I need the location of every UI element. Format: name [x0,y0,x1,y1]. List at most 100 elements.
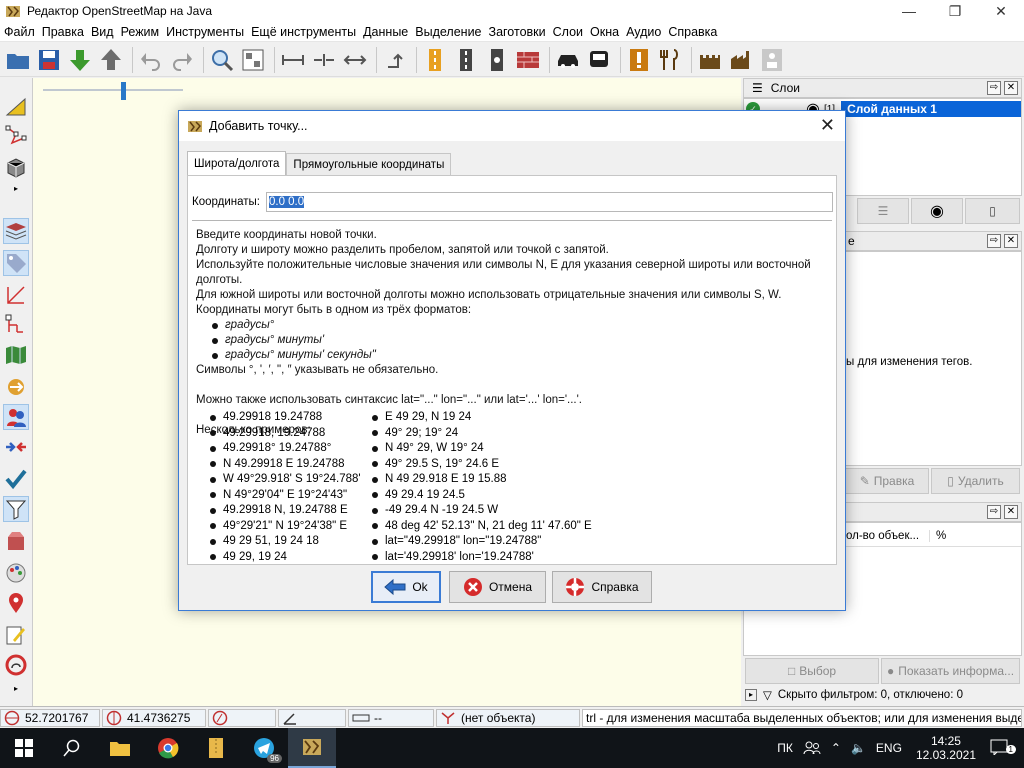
close-window-button[interactable]: ✕ [978,0,1024,22]
help-button[interactable]: Справка [552,571,652,603]
more-modes-arrow[interactable]: ▸ [3,182,29,194]
filter-button[interactable] [3,496,29,522]
start-button[interactable] [0,728,48,768]
users-button[interactable] [3,404,29,430]
merge-button[interactable] [3,434,29,460]
preferences-button[interactable] [239,46,267,74]
menu-file[interactable]: Файл [4,25,35,39]
tags-toggle-button[interactable] [3,250,29,276]
preset-bus-button[interactable] [585,46,613,74]
minimize-button[interactable]: — [886,0,932,22]
close-panel-icon[interactable]: ✕ [1004,81,1018,95]
conflict-button[interactable] [3,374,29,400]
menu-view[interactable]: Вид [91,25,114,39]
reverse-way-button[interactable] [341,46,369,74]
preset-disabled-button[interactable] [758,46,786,74]
zoom-mode-button[interactable] [3,154,29,180]
telegram-button[interactable]: 96 [240,728,288,768]
preset-car-button[interactable] [554,46,582,74]
tag-edit-button[interactable]: ✎ Правка [845,468,929,494]
menu-edit[interactable]: Правка [42,25,84,39]
volume-icon[interactable]: 🔈 [851,741,866,755]
notifications-button[interactable]: 1 [990,739,1016,758]
dock-icon[interactable]: ⇨ [987,505,1001,519]
dialog-close-button[interactable]: ✕ [820,115,835,136]
preset-road-button[interactable] [421,46,449,74]
location-button[interactable] [3,590,29,616]
expand-arrow-icon[interactable]: ▸ [745,689,757,701]
preset-path-button[interactable] [483,46,511,74]
menu-tools[interactable]: Инструменты [166,25,244,39]
layers-toggle-button[interactable] [3,218,29,244]
combine-way-button[interactable] [310,46,338,74]
notes-button[interactable] [3,622,29,648]
layer-visibility-button[interactable]: ◉ [911,198,963,224]
more-panels-arrow[interactable]: ▸ [3,682,29,694]
validate-button[interactable] [3,466,29,492]
layer-merge-button[interactable]: ☰ [857,198,909,224]
menu-data[interactable]: Данные [363,25,408,39]
bullet-icon [212,352,218,359]
archive-button[interactable] [192,728,240,768]
clock[interactable]: 14:25 12.03.2021 [916,734,976,762]
menu-mode[interactable]: Режим [121,25,160,39]
preset-castle-button[interactable] [696,46,724,74]
people-icon[interactable] [803,741,821,755]
menu-windows[interactable]: Окна [590,25,619,39]
tab-latlon[interactable]: Широта/долгота [187,151,287,175]
col-percent-header[interactable]: % [936,530,946,542]
layer-name[interactable]: Слой данных 1 [841,101,1021,117]
menu-selection[interactable]: Выделение [415,25,481,39]
chevron-up-icon[interactable]: ⌃ [831,741,841,755]
move-node-button[interactable] [381,46,409,74]
file-explorer-button[interactable] [96,728,144,768]
menu-audio[interactable]: Аудио [626,25,661,39]
layer-delete-button[interactable]: ▯ [965,198,1020,224]
eye-button-icon: ◉ [930,203,944,220]
upload-button[interactable] [97,46,125,74]
select-mode-button[interactable] [3,94,29,120]
keyboard-lang[interactable]: ENG [876,741,902,755]
col-count-header[interactable]: ол-во объек... [846,529,930,542]
input-lang-short[interactable]: ПК [777,741,793,755]
cancel-button[interactable]: Отмена [449,571,546,603]
undo-button[interactable] [137,46,165,74]
redo-button[interactable] [168,46,196,74]
relation-button[interactable] [3,282,29,308]
menu-presets[interactable]: Заготовки [489,25,546,39]
draw-mode-button[interactable] [3,122,29,148]
coordinates-input[interactable]: 0.0 0.0 [265,192,833,212]
zoom-button[interactable] [208,46,236,74]
menu-layers[interactable]: Слои [553,25,583,39]
preset-food-button[interactable] [656,46,684,74]
tab-rectangular[interactable]: Прямоугольные координаты [286,153,452,175]
style-button[interactable] [3,560,29,586]
menu-more-tools[interactable]: Ещё инструменты [251,25,356,39]
zoom-slider-knob[interactable] [121,82,126,100]
package-button[interactable] [3,528,29,554]
map-button[interactable] [3,342,29,368]
no-entry-button[interactable] [3,652,29,678]
menu-help[interactable]: Справка [668,25,717,39]
history-button[interactable] [3,312,29,338]
preset-building-button[interactable] [514,46,542,74]
preset-warning-button[interactable] [625,46,653,74]
preset-industrial-button[interactable] [727,46,755,74]
josm-taskbar-button[interactable] [288,728,336,768]
dock-icon[interactable]: ⇨ [987,81,1001,95]
tag-delete-button[interactable]: ▯ Удалить [931,468,1020,494]
chrome-button[interactable] [144,728,192,768]
maximize-button[interactable]: ❐ [932,0,978,22]
show-info-button[interactable]: ● Показать информа... [881,658,1020,684]
save-button[interactable] [35,46,63,74]
search-button[interactable] [48,728,96,768]
ok-button[interactable]: Ok [371,571,441,603]
select-button[interactable]: □ Выбор [745,658,879,684]
dock-icon[interactable]: ⇨ [987,234,1001,248]
download-button[interactable] [66,46,94,74]
close-panel-icon[interactable]: ✕ [1004,234,1018,248]
split-way-button[interactable] [279,46,307,74]
close-panel-icon[interactable]: ✕ [1004,505,1018,519]
open-file-button[interactable] [4,46,32,74]
preset-track-button[interactable] [452,46,480,74]
